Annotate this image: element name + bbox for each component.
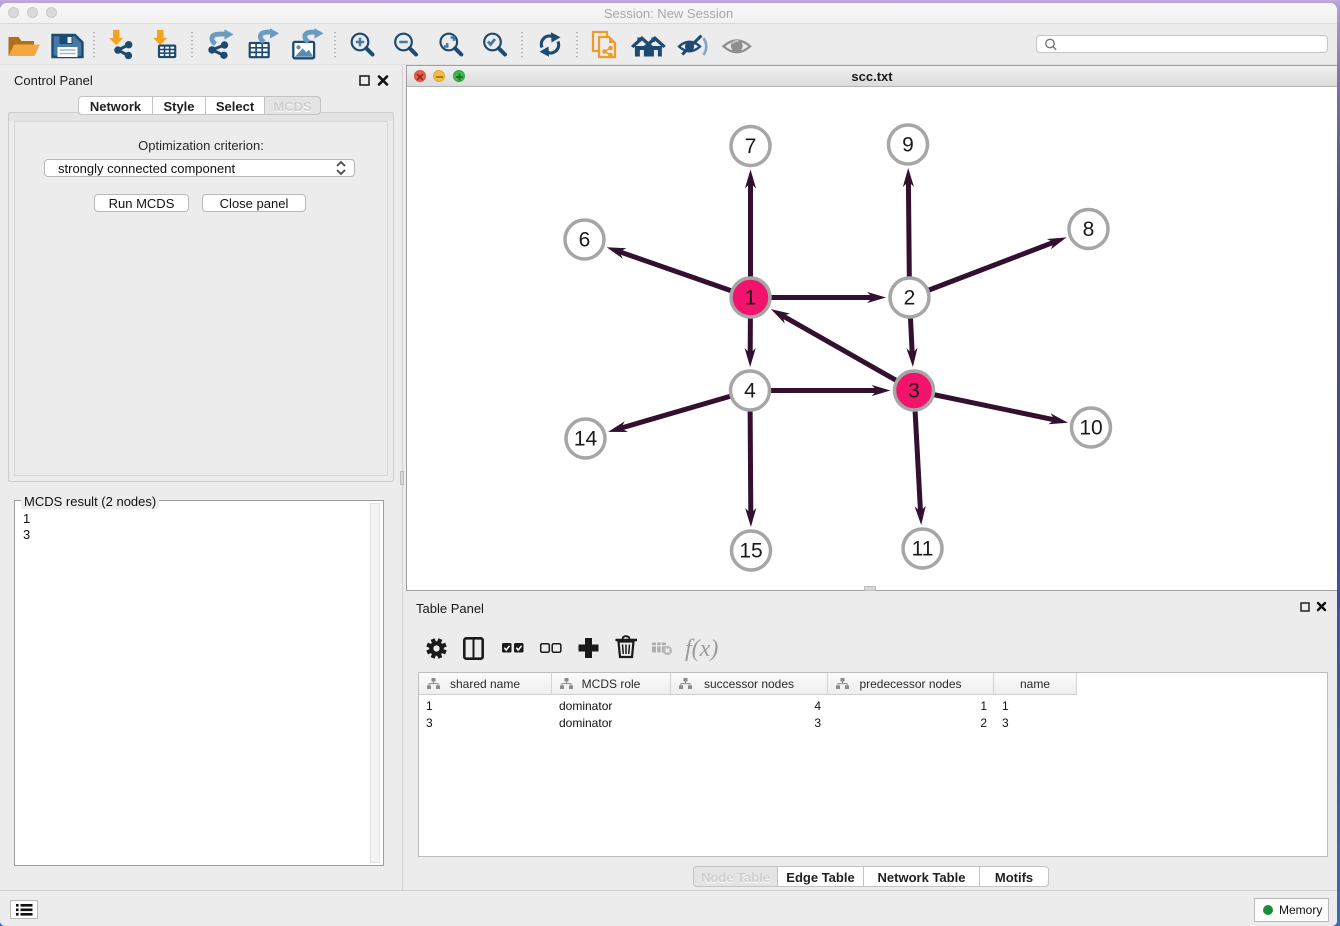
svg-text:11: 11 <box>912 538 934 561</box>
svg-text:4: 4 <box>744 380 756 403</box>
svg-text:2: 2 <box>904 287 916 310</box>
svg-text:14: 14 <box>574 428 598 451</box>
svg-text:10: 10 <box>1079 417 1102 440</box>
svg-text:7: 7 <box>745 135 757 158</box>
svg-text:8: 8 <box>1083 218 1095 241</box>
svg-text:9: 9 <box>902 134 914 157</box>
svg-text:f(x): f(x) <box>685 636 718 662</box>
svg-text:6: 6 <box>579 229 591 252</box>
svg-text:1: 1 <box>745 287 757 310</box>
svg-text:15: 15 <box>739 540 762 563</box>
svg-text:Memory: Memory <box>1279 903 1322 917</box>
svg-text:3: 3 <box>908 380 920 403</box>
